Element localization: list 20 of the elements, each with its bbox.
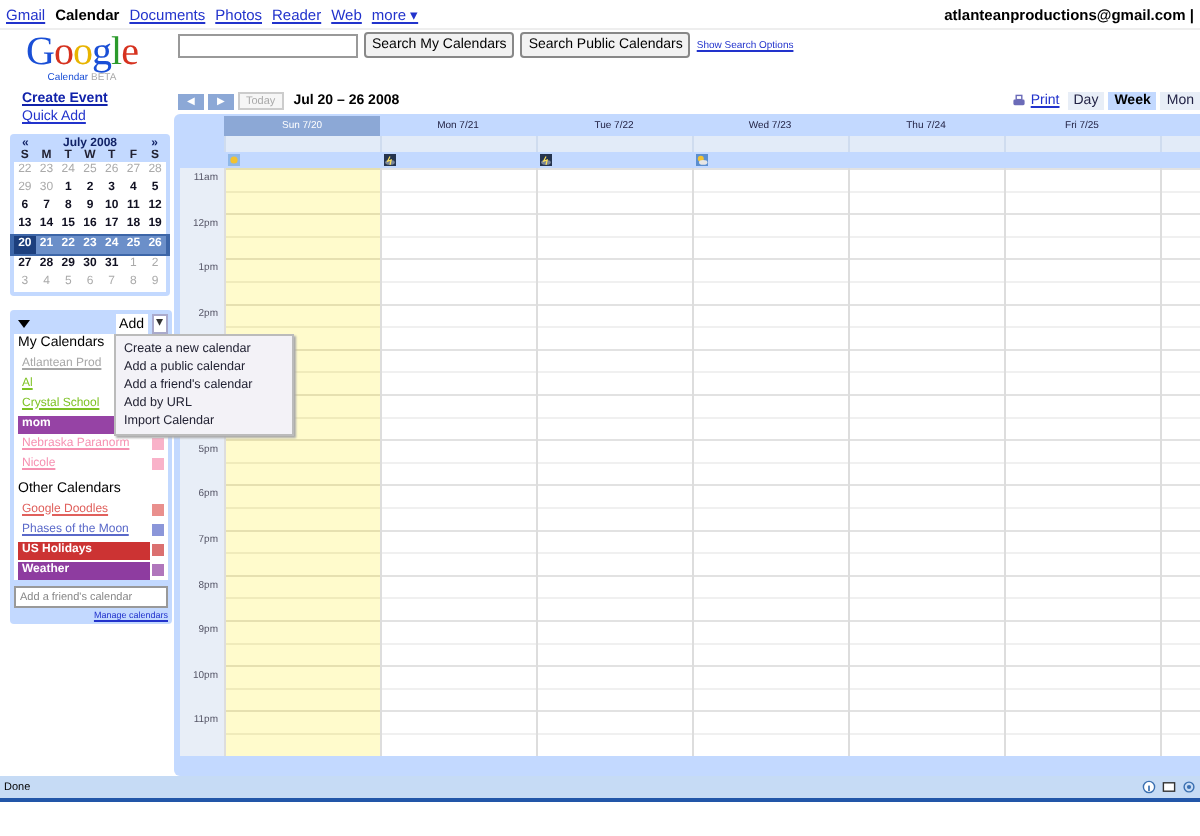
calendar-menu-icon[interactable]	[152, 458, 164, 470]
day-column[interactable]	[536, 168, 692, 756]
all-day-slot[interactable]	[224, 136, 380, 152]
day-column[interactable]	[692, 168, 848, 756]
network-icon[interactable]	[1182, 780, 1196, 794]
printer-icon[interactable]	[1012, 94, 1027, 108]
day-column[interactable]	[380, 168, 536, 756]
calendar-menu-icon[interactable]	[152, 438, 164, 450]
all-day-slot[interactable]	[848, 136, 1004, 152]
day-column[interactable]	[1160, 168, 1200, 756]
all-day-slot[interactable]	[1160, 136, 1200, 152]
all-day-slot[interactable]	[1004, 136, 1160, 152]
day-column[interactable]	[1004, 168, 1160, 756]
all-day-slot[interactable]	[692, 136, 848, 152]
day-column[interactable]	[848, 168, 1004, 756]
all-day-slot[interactable]	[380, 136, 536, 152]
info-icon[interactable]	[1142, 780, 1156, 794]
all-day-slot[interactable]	[536, 136, 692, 152]
window-icon[interactable]	[1162, 780, 1176, 794]
search-field[interactable]	[178, 34, 358, 58]
